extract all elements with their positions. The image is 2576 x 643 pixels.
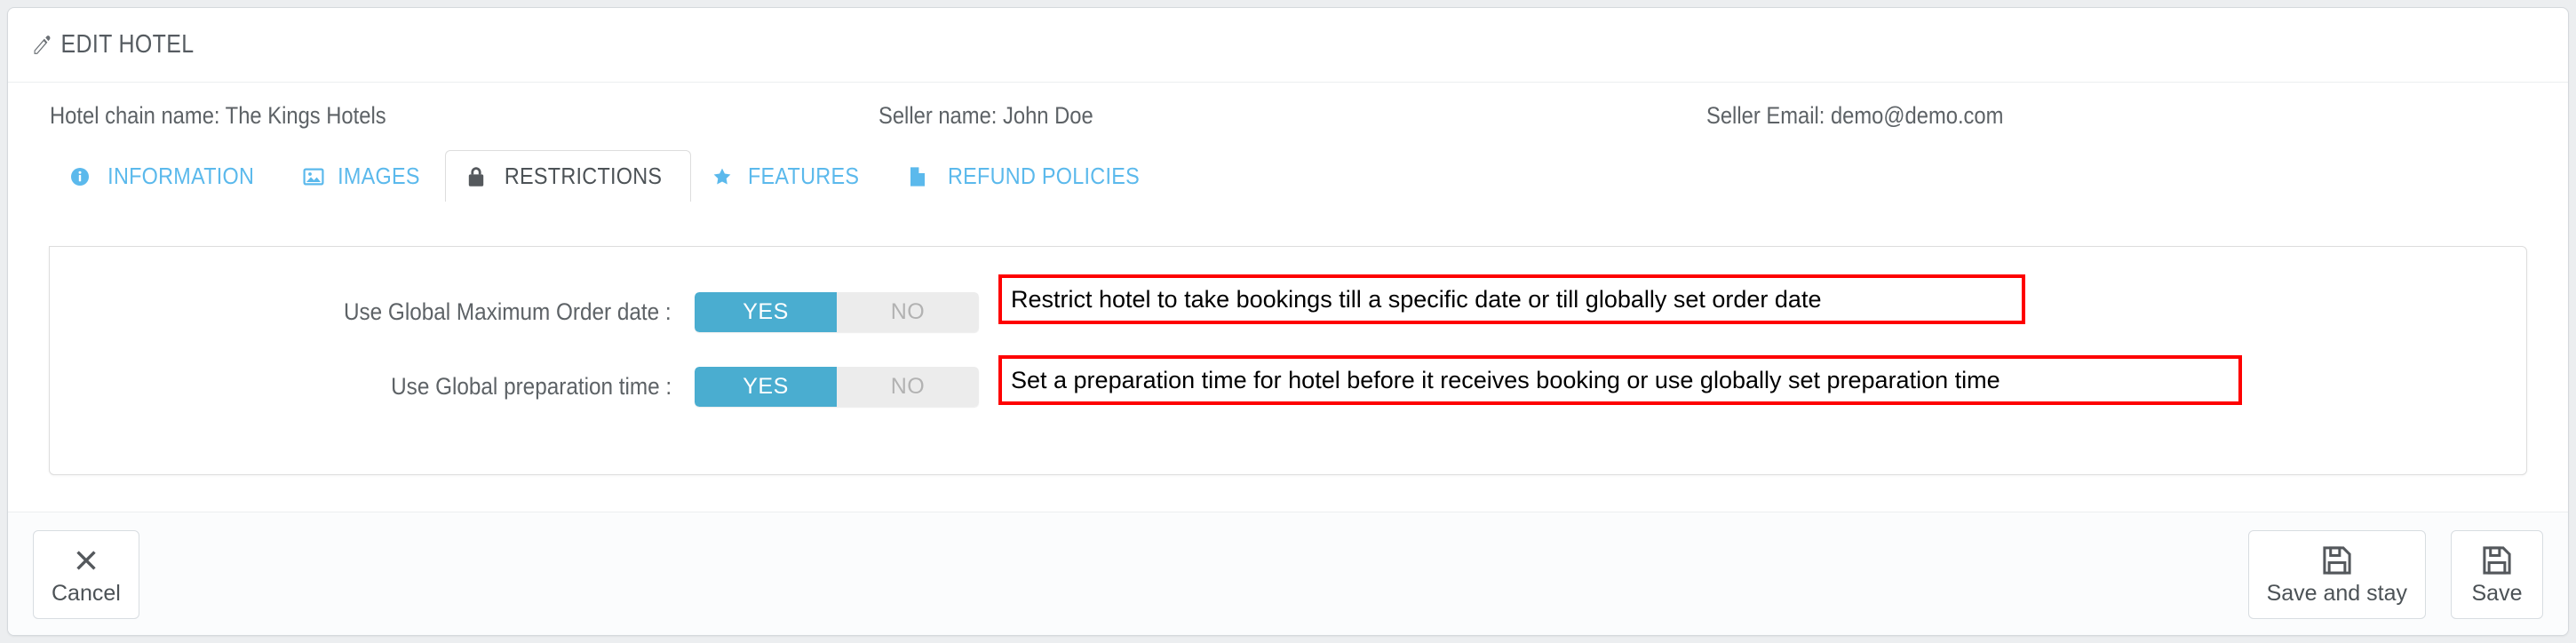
save-and-stay-button[interactable]: Save and stay [2247,530,2426,619]
max-order-date-toggle[interactable]: YES NO [695,291,979,332]
tab-refund-policies-label: REFUND POLICIES [947,163,1140,189]
tab-features[interactable]: FEATURES [691,150,886,202]
card-header: EDIT HOTEL [8,8,2568,83]
lock-icon [465,166,487,187]
save-button-label: Save [2471,580,2523,606]
tab-images-label: IMAGES [338,163,421,189]
pencil-icon [31,33,52,58]
tab-restrictions-label: RESTRICTIONS [505,163,663,189]
star-icon [712,166,733,187]
max-order-date-toggle-yes[interactable]: YES [695,291,837,332]
page-title: EDIT HOTEL [31,30,194,60]
tab-information-label: INFORMATION [107,163,255,189]
preparation-time-label: Use Global preparation time : [390,372,672,400]
tab-features-label: FEATURES [748,163,860,189]
page-title-text: EDIT HOTEL [60,30,195,59]
tab-bar: INFORMATION IMAGES RESTRICTIONS FEATURES… [49,150,2527,202]
floppy-disk-icon [2480,544,2514,577]
annotation-preparation-time-text: Set a preparation time for hotel before … [1011,366,2000,393]
save-and-stay-button-label: Save and stay [2266,580,2407,606]
tab-information[interactable]: INFORMATION [49,150,282,202]
annotation-max-order-date: Restrict hotel to take bookings till a s… [998,274,2025,324]
max-order-date-label: Use Global Maximum Order date : [344,298,672,325]
annotation-preparation-time: Set a preparation time for hotel before … [998,355,2242,405]
file-icon [907,166,928,187]
floppy-disk-icon [2320,544,2354,577]
preparation-time-toggle-yes[interactable]: YES [695,366,837,407]
hotel-info-row: Hotel chain name: The Kings Hotels Selle… [8,83,2568,150]
hotel-chain-name: Hotel chain name: The Kings Hotels [50,102,386,129]
seller-email: Seller Email: demo@demo.com [1706,102,2004,129]
picture-icon [303,166,324,187]
preparation-time-toggle-no[interactable]: NO [837,366,979,407]
restriction-row-preparation-time: Use Global preparation time : YES NO [50,366,979,407]
tab-restrictions[interactable]: RESTRICTIONS [445,150,692,202]
close-icon [69,544,103,577]
max-order-date-toggle-no[interactable]: NO [837,291,979,332]
cancel-button[interactable]: Cancel [33,530,139,619]
preparation-time-toggle[interactable]: YES NO [695,366,979,407]
info-circle-icon [69,166,91,187]
restriction-row-max-order-date: Use Global Maximum Order date : YES NO [50,291,979,332]
annotation-max-order-date-text: Restrict hotel to take bookings till a s… [1011,285,1822,313]
save-button[interactable]: Save [2451,530,2543,619]
seller-name: Seller name: John Doe [879,102,1093,129]
cancel-button-label: Cancel [52,580,121,606]
tab-images[interactable]: IMAGES [282,150,445,202]
tab-refund-policies[interactable]: REFUND POLICIES [886,150,1171,202]
card-footer: Cancel Save and stay Save [8,512,2568,635]
